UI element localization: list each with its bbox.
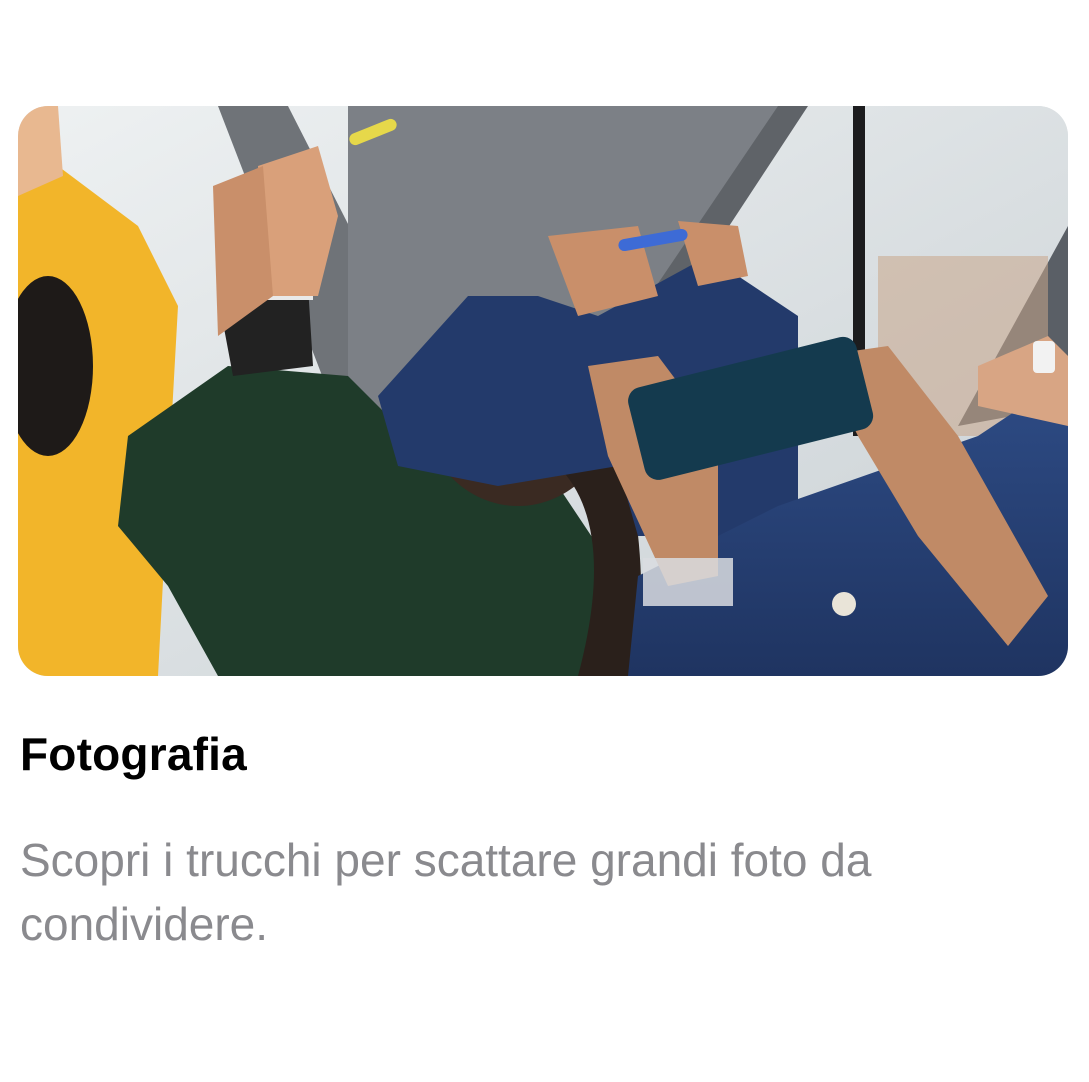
photo-illustration (18, 106, 1068, 676)
card-photo[interactable] (18, 106, 1068, 676)
topic-card[interactable]: Fotografia Scopri i trucchi per scattare… (0, 0, 1089, 1082)
card-description: Scopri i trucchi per scattare grandi fot… (20, 834, 872, 950)
card-title: Fotografia (20, 728, 247, 780)
